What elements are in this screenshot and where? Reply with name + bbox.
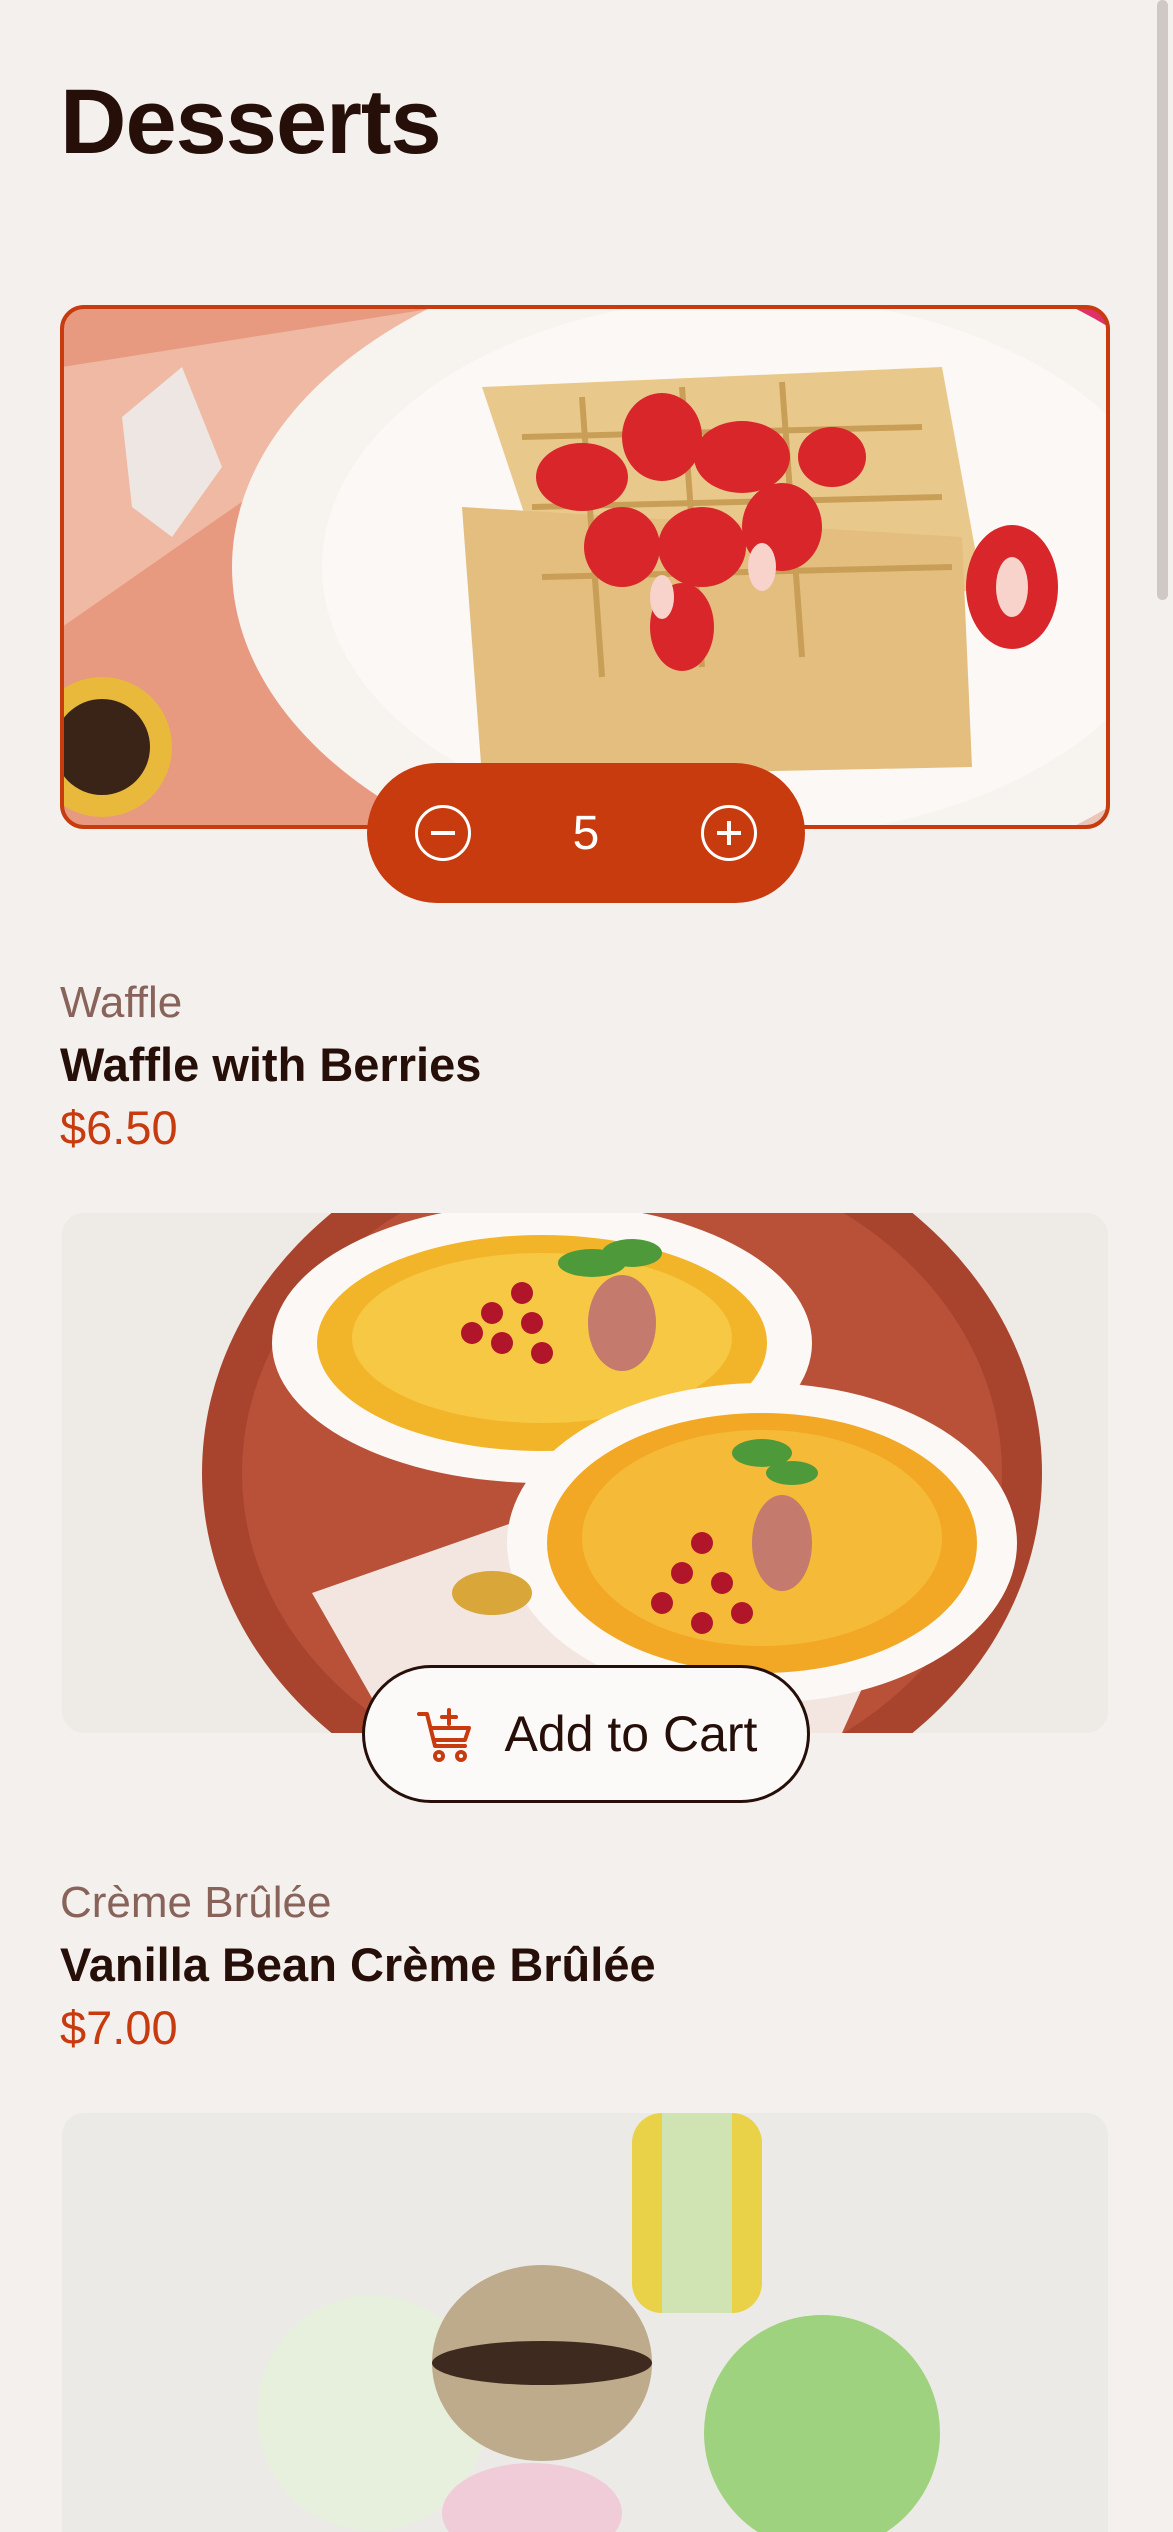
product-name: Waffle with Berries (60, 1038, 482, 1091)
product-category: Crème Brûlée (60, 1878, 332, 1927)
increment-button[interactable] (700, 805, 757, 861)
creme-brulee-image (62, 1213, 1108, 1733)
plus-icon (716, 821, 741, 845)
minus-icon (431, 831, 455, 835)
cart-plus-icon (416, 1708, 471, 1762)
product-price: $6.50 (60, 1101, 178, 1154)
quantity-value: 5 (572, 806, 600, 860)
scrollbar[interactable] (1157, 0, 1168, 600)
waffle-image (60, 305, 1110, 829)
quantity-stepper[interactable]: 5 (367, 763, 805, 903)
add-to-cart-label: Add to Cart (504, 1706, 758, 1762)
macaron-image (62, 2113, 1108, 2532)
add-to-cart-button[interactable]: Add to Cart (362, 1665, 810, 1803)
product-name: Vanilla Bean Crème Brûlée (60, 1938, 656, 1991)
product-price: $7.00 (60, 2001, 178, 2054)
decrement-button[interactable] (415, 805, 471, 861)
product-category: Waffle (60, 978, 183, 1027)
page-title: Desserts (60, 71, 442, 173)
